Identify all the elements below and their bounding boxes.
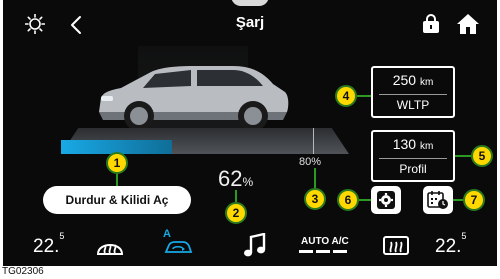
range-profile-value-line: 130 km (373, 136, 453, 152)
charge-schedule-button[interactable] (423, 186, 453, 214)
range-box-wltp: 250 km WLTP (371, 66, 455, 118)
range-profile-value: 130 (392, 136, 417, 152)
charge-limit-label: 80% (299, 156, 322, 168)
page: Şarj 62% 80% Durdur & Kilidi Aç 250 km W… (0, 0, 500, 279)
callout-6: 6 (337, 189, 359, 211)
callout-4: 4 (335, 85, 357, 107)
temp-left[interactable]: 22.5 (33, 231, 64, 258)
range-profile-label: Profil (399, 162, 427, 176)
range-wltp-value: 250 (392, 72, 417, 88)
charge-limit-marker[interactable] (313, 128, 314, 154)
callout-line-4 (357, 95, 371, 97)
front-defrost-icon[interactable] (95, 234, 125, 258)
range-wltp-unit: km (419, 77, 434, 88)
charge-settings-button[interactable] (371, 186, 401, 214)
callout-7: 7 (463, 189, 485, 211)
callout-1: 1 (106, 152, 128, 174)
gear-icon (377, 191, 395, 209)
divider (379, 94, 447, 95)
callout-5: 5 (471, 145, 493, 167)
divider (379, 158, 447, 159)
stop-and-unlock-button[interactable]: Durdur & Kilidi Aç (43, 186, 191, 214)
callout-line-6 (359, 199, 371, 201)
temp-left-value: 22. (33, 236, 60, 257)
charge-percentage: 62% (218, 166, 253, 192)
car-image (99, 66, 289, 131)
calendar-clock-icon (427, 191, 448, 209)
ac-level-bars (299, 250, 347, 253)
recirculation-button[interactable]: A (163, 228, 193, 258)
temp-left-decimal: 5 (59, 230, 65, 241)
music-icon[interactable] (243, 233, 267, 259)
figure-code: TG02306 (2, 266, 44, 277)
home-icon[interactable] (456, 12, 480, 36)
callout-3: 3 (304, 188, 326, 210)
pull-down-handle[interactable] (231, 0, 269, 6)
auto-ac-label[interactable]: AUTO A/C (301, 236, 349, 247)
range-profile-unit: km (419, 141, 434, 152)
charge-level-unit: % (242, 175, 254, 189)
temp-right[interactable]: 22.5 (435, 231, 466, 258)
recirculation-icon (164, 241, 193, 253)
temp-right-value: 22. (435, 236, 462, 257)
temp-right-decimal: 5 (461, 230, 467, 241)
range-wltp-value-line: 250 km (373, 72, 453, 88)
unlock-icon[interactable] (421, 12, 441, 34)
callout-line-2 (235, 190, 237, 202)
rear-defrost-icon[interactable] (381, 234, 411, 258)
callout-2: 2 (225, 202, 247, 224)
range-box-profile: 130 km Profil (371, 130, 455, 182)
charge-level-value: 62 (218, 166, 243, 191)
callout-line-3 (314, 168, 316, 190)
range-wltp-label: WLTP (396, 98, 430, 112)
infotainment-screen: Şarj 62% 80% Durdur & Kilidi Aç 250 km W… (3, 0, 497, 266)
